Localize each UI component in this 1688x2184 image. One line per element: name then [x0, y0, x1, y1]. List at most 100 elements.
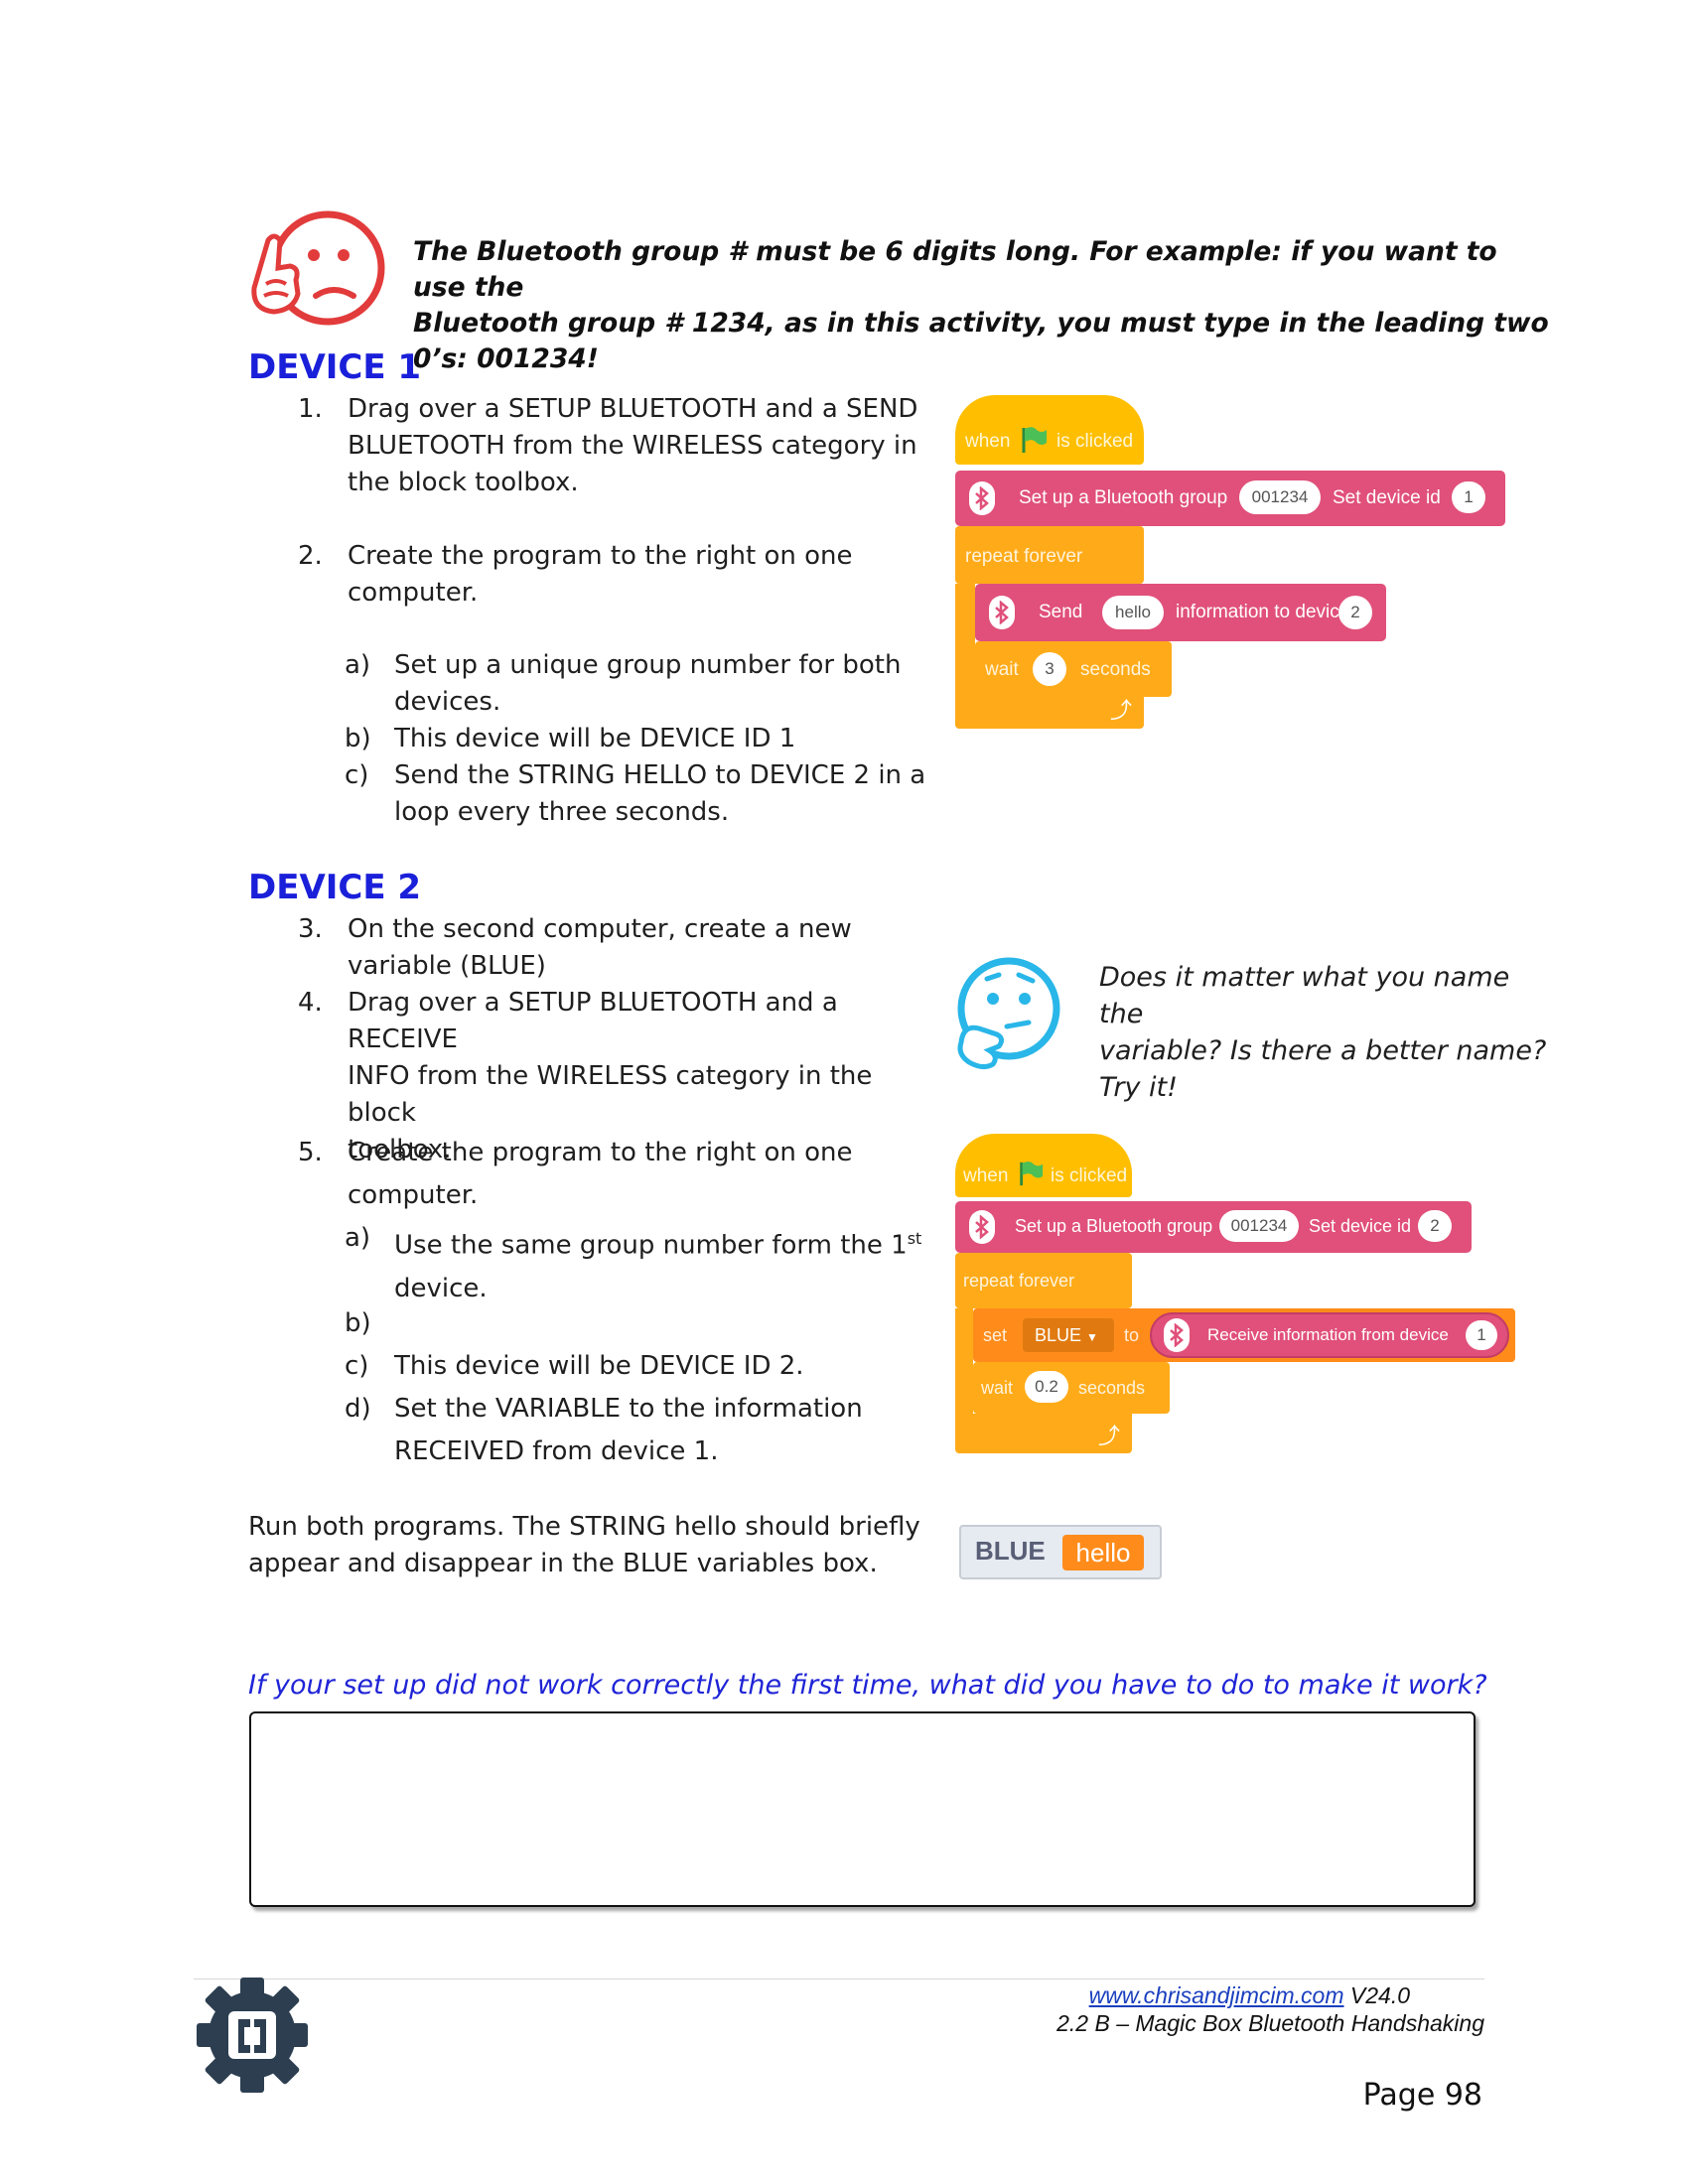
think-line: Try it!	[1099, 1072, 1178, 1103]
step-number: 4.	[298, 988, 323, 1018]
send-device-input[interactable]: 2	[1338, 596, 1372, 629]
setup-bluetooth-block: Set up a Bluetooth group 001234 Set devi…	[955, 471, 1505, 526]
substep-line: This device will be DEVICE ID 2.	[394, 1351, 804, 1381]
send-info-block: Send hello information to device 2	[975, 584, 1386, 641]
think-line: Does it matter what you name the	[1099, 962, 1510, 1029]
think-line: variable? Is there a better name?	[1099, 1035, 1547, 1066]
repeat-forever-block: repeat forever	[955, 1253, 1132, 1308]
receive-device-input[interactable]: 1	[1466, 1320, 1497, 1350]
monitor-label: BLUE	[975, 1536, 1046, 1566]
step-line: the block toolbox.	[348, 468, 579, 497]
repeat-forever-arm	[955, 1308, 973, 1418]
group-number-input[interactable]: 001234	[1239, 480, 1321, 514]
device1-program: when is clicked Set up a Bluetooth group…	[955, 395, 1511, 735]
run-line: Run both programs. The STRING hello shou…	[248, 1512, 920, 1542]
bluetooth-icon	[1164, 1318, 1190, 1352]
device1-heading: DEVICE 1	[248, 347, 422, 387]
substep-line: Set the VARIABLE to the information	[394, 1394, 863, 1424]
hat-clicked-label: is clicked	[1056, 431, 1134, 452]
when-flag-clicked-block: when is clicked	[955, 395, 1144, 465]
substep-line: device.	[394, 1273, 488, 1303]
step-line: computer.	[348, 1180, 479, 1210]
set-variable-block: set BLUE ▼ to Receive information from d…	[973, 1308, 1515, 1362]
step-number: 3.	[298, 914, 323, 944]
substep-line: RECEIVED from device 1.	[394, 1436, 719, 1466]
device2-program: when is clicked Set up a Bluetooth group…	[955, 1134, 1541, 1461]
page-number: Page 98	[1362, 2078, 1482, 2113]
device-id-input[interactable]: 1	[1452, 481, 1485, 513]
website-link[interactable]: www.chrisandjimcim.com	[1089, 1982, 1344, 2008]
bluetooth-icon	[969, 1210, 995, 1244]
substep-letter: a)	[345, 1223, 371, 1253]
substep-line: Set up a unique group number for both	[394, 650, 902, 680]
step-line: Create the program to the right on one	[348, 541, 853, 571]
repeat-label: repeat forever	[965, 546, 1083, 567]
send-to-label: information to device	[1176, 602, 1350, 622]
set-label: set	[983, 1325, 1008, 1345]
run-line: appear and disappear in the BLUE variabl…	[248, 1549, 878, 1578]
footer-lesson-title: 2.2 B – Magic Box Bluetooth Handshaking	[1056, 2010, 1484, 2036]
send-label: Send	[1039, 602, 1083, 622]
warning-line-2: Bluetooth group # 1234, as in this activ…	[413, 308, 1549, 374]
green-flag-icon	[1017, 1160, 1045, 1193]
substep-letter: c)	[345, 1351, 369, 1381]
step-line: BLUETOOTH from the WIRELESS category in	[348, 431, 917, 461]
substep-line: Use the same group number form the 1st	[394, 1217, 950, 1268]
loop-arrow-icon: ⤴	[1110, 698, 1133, 723]
substep-line: Send the STRING HELLO to DEVICE 2 in a	[394, 760, 926, 790]
thinking-face-icon	[953, 955, 1062, 1072]
wait-label: wait	[981, 1378, 1014, 1398]
wait-label: wait	[985, 659, 1019, 680]
wait-seconds-input[interactable]: 3	[1033, 652, 1066, 686]
step-number: 2.	[298, 541, 323, 571]
step-line: On the second computer, create a new	[348, 914, 852, 944]
bluetooth-icon	[969, 481, 995, 515]
step-line: computer.	[348, 578, 479, 608]
device2-heading: DEVICE 2	[248, 868, 422, 907]
setup-label: Set up a Bluetooth group	[1015, 1216, 1213, 1236]
substep-line: devices.	[394, 687, 501, 717]
hat-when-label: when	[963, 1165, 1009, 1186]
step-line: INFO from the WIRELESS category in the b…	[348, 1061, 873, 1128]
variable-dropdown[interactable]: BLUE ▼	[1023, 1318, 1114, 1352]
wait-seconds-input[interactable]: 0.2	[1025, 1371, 1068, 1403]
chris-and-jim-gear-logo	[195, 1976, 310, 2095]
substep-letter: d)	[345, 1394, 371, 1424]
monitor-value: hello	[1062, 1535, 1144, 1570]
blue-variable-monitor: BLUE hello	[959, 1525, 1162, 1579]
dropdown-caret-icon: ▼	[1086, 1330, 1098, 1344]
step-line: variable (BLUE)	[348, 951, 546, 981]
run-instructions: Run both programs. The STRING hello shou…	[248, 1509, 923, 1582]
send-value-input[interactable]: hello	[1102, 596, 1164, 629]
answer-box[interactable]	[249, 1711, 1476, 1907]
substep-text: Use the same group number form the 1	[394, 1230, 908, 1261]
group-number-input[interactable]: 001234	[1219, 1210, 1299, 1242]
receive-info-reporter: Receive information from device 1	[1150, 1312, 1509, 1358]
repeat-forever-block: repeat forever	[955, 526, 1144, 584]
ordinal-suffix: st	[907, 1229, 922, 1248]
repeat-forever-footer: ⤴	[955, 687, 1144, 729]
reflection-question: If your set up did not work correctly th…	[248, 1670, 1487, 1701]
wait-block: wait 0.2 seconds	[973, 1362, 1170, 1414]
think-question: Does it matter what you name the variabl…	[1099, 959, 1556, 1106]
substep-letter: c)	[345, 760, 369, 790]
substep-letter: b)	[345, 1308, 371, 1338]
seconds-label: seconds	[1080, 659, 1151, 680]
step-line: Drag over a SETUP BLUETOOTH and a SEND	[348, 394, 918, 424]
hat-when-label: when	[965, 431, 1011, 452]
variable-name: BLUE	[1035, 1325, 1082, 1345]
substep-letter: a)	[345, 650, 371, 680]
repeat-forever-footer: ⤴	[955, 1414, 1132, 1453]
when-flag-clicked-block: when is clicked	[955, 1134, 1132, 1197]
bluetooth-icon	[989, 596, 1015, 629]
warning-line-1: The Bluetooth group # must be 6 digits l…	[413, 236, 1497, 303]
warning-face-icon	[244, 210, 389, 332]
setup-label: Set up a Bluetooth group	[1019, 487, 1228, 508]
repeat-forever-arm	[955, 584, 975, 687]
to-label: to	[1124, 1325, 1140, 1345]
hat-clicked-label: is clicked	[1051, 1165, 1128, 1186]
green-flag-icon	[1019, 425, 1049, 461]
device-id-input[interactable]: 2	[1418, 1210, 1452, 1242]
device-id-label: Set device id	[1333, 487, 1441, 508]
version-text: V24.0	[1349, 1982, 1410, 2008]
